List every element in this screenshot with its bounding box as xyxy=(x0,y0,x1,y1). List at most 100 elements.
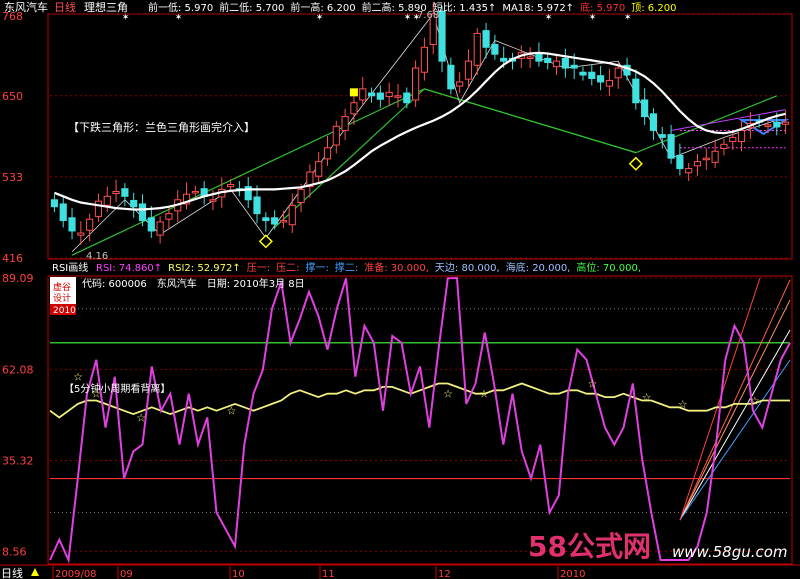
low-label: 4.16 xyxy=(86,251,108,262)
candle-body-50 xyxy=(491,44,499,55)
top-star-marker-2: ✶ xyxy=(316,13,324,23)
price-tick-0: 416 xyxy=(2,252,23,265)
candle-body-24 xyxy=(262,217,270,222)
candle-body-64 xyxy=(614,67,622,79)
candle-body-1 xyxy=(59,203,67,222)
candle-body-81 xyxy=(764,124,772,127)
candle-body-55 xyxy=(535,53,543,62)
candle-body-83 xyxy=(782,121,790,125)
rsi-indicator-name: RSI画线 xyxy=(52,261,88,274)
candle-body-51 xyxy=(500,57,508,62)
candle-body-23 xyxy=(253,196,261,215)
rsi-readout-2: 压一: xyxy=(247,262,270,274)
candle-body-66 xyxy=(632,78,640,104)
top-star-marker-3: ✶ xyxy=(404,13,412,23)
candle-body-7 xyxy=(112,190,120,195)
candle-body-69 xyxy=(658,134,666,138)
rsi-annotation: 【5分钟小周期看背离】 xyxy=(64,382,170,395)
candle-body-70 xyxy=(667,134,675,159)
price-readout-5: MA18: 5.972↑ xyxy=(502,3,574,14)
star-marker-9: ☆ xyxy=(750,394,760,407)
high-label: 7.68 xyxy=(417,10,439,21)
candle-body-47 xyxy=(464,60,473,80)
rsi-tick-1: 35.32 xyxy=(2,454,34,467)
rsi-tick-0: 8.56 xyxy=(2,545,27,558)
candle-body-76 xyxy=(720,143,728,149)
indicator-name: 理想三角 xyxy=(84,0,128,14)
price-readout-2: 前一高: 6.200 xyxy=(290,1,355,14)
watermark-url: www.58gu.com xyxy=(672,543,788,561)
candle-body-40 xyxy=(403,92,411,104)
rsi-readout-9: 高位: 70.000, xyxy=(576,261,641,274)
star-marker-7: ☆ xyxy=(642,391,652,404)
candle-body-34 xyxy=(350,102,358,115)
star-marker-2: ☆ xyxy=(136,411,146,424)
footer-period[interactable]: 日线 xyxy=(1,566,23,579)
designer-badge: 虚谷 设计 2010 xyxy=(50,277,76,316)
candle-body-32 xyxy=(332,125,340,146)
candle-body-73 xyxy=(693,161,702,167)
candle-body-18 xyxy=(209,199,217,202)
candle-body-20 xyxy=(227,184,235,188)
candle-body-77 xyxy=(729,136,737,143)
footer-date-1: 09 xyxy=(120,569,133,579)
candle-body-0 xyxy=(50,199,58,208)
badge-year: 2010 xyxy=(53,306,76,316)
rsi-readouts: RSI: 74.860↑ RSI2: 52.972↑ 压一: 压二: 撑一: 撑二:… xyxy=(96,261,641,274)
footer-bar: 日线 2009/08 09 10 11 12 2010 xyxy=(0,564,800,579)
footer-date-0: 2009/08 xyxy=(55,569,97,579)
candle-body-78 xyxy=(737,129,746,143)
star-marker-8: ☆ xyxy=(678,398,688,411)
candle-body-31 xyxy=(323,147,332,160)
price-tick-1: 533 xyxy=(2,171,23,184)
rsi-tick-3: 89.09 xyxy=(2,272,34,285)
price-readout-1: 前二低: 5.700 xyxy=(219,1,284,14)
star-marker-6: ☆ xyxy=(587,378,597,391)
badge-line2: 设计 xyxy=(53,292,71,304)
price-readout-0: 前一低: 5.970 xyxy=(148,1,213,14)
stock-chart-window[interactable]: 416533650768 ✶ ✶ ✶ ✶ ✶ ✶ ✶ ✶ 东风汽车 日线 理想三角 前一低: … xyxy=(0,0,800,579)
candle-body-72 xyxy=(685,168,693,174)
triangle-annotation: 【下跌三角形：兰色三角形画完介入】 xyxy=(68,120,255,134)
candle-body-25 xyxy=(271,217,279,225)
footer-date-2: 10 xyxy=(232,569,245,579)
rsi-readout-5: 撑二: xyxy=(335,261,358,274)
candle-body-61 xyxy=(588,71,596,79)
footer-date-4: 12 xyxy=(438,569,451,579)
candle-body-33 xyxy=(341,116,349,131)
candle-body-35 xyxy=(359,88,367,101)
candle-body-71 xyxy=(676,154,684,170)
candle-body-59 xyxy=(570,64,578,69)
candle-body-49 xyxy=(482,30,490,48)
candle-body-2 xyxy=(68,217,76,232)
candle-body-57 xyxy=(552,60,561,68)
candle-body-16 xyxy=(191,190,199,194)
candle-body-44 xyxy=(438,10,446,62)
rsi-readout-3: 压二: xyxy=(276,262,299,274)
candle-body-58 xyxy=(561,57,569,69)
top-star-marker-7: ✶ xyxy=(624,13,632,23)
candle-body-62 xyxy=(597,75,605,83)
candle-body-9 xyxy=(130,199,138,208)
top-star-marker-6: ✶ xyxy=(589,13,597,23)
rsi-readout-6: 准备: 30.000, xyxy=(364,261,429,274)
candle-body-42 xyxy=(420,46,428,73)
star-marker-0: ☆ xyxy=(73,371,83,384)
rsi-readout-7: 天边: 80.000, xyxy=(435,262,500,274)
candle-body-63 xyxy=(605,80,613,87)
top-star-marker-5: ✶ xyxy=(545,13,553,23)
price-readout-7: 顶: 6.200 xyxy=(631,2,676,14)
candle-body-12 xyxy=(156,221,164,236)
candle-body-67 xyxy=(641,99,649,118)
price-tick-2: 650 xyxy=(2,90,23,103)
candle-body-75 xyxy=(711,150,719,163)
period-label: 日线 xyxy=(54,0,76,14)
candle-body-5 xyxy=(94,200,103,217)
code-line: 代码: 600006 东风汽车 日期: 2010年3月 8日 xyxy=(82,277,305,290)
stock-name: 东风汽车 xyxy=(4,0,48,14)
candle-body-8 xyxy=(121,188,129,197)
candle-body-27 xyxy=(288,204,296,226)
candle-body-74 xyxy=(702,157,710,161)
candle-body-37 xyxy=(376,92,384,100)
candle-body-28 xyxy=(297,188,305,204)
